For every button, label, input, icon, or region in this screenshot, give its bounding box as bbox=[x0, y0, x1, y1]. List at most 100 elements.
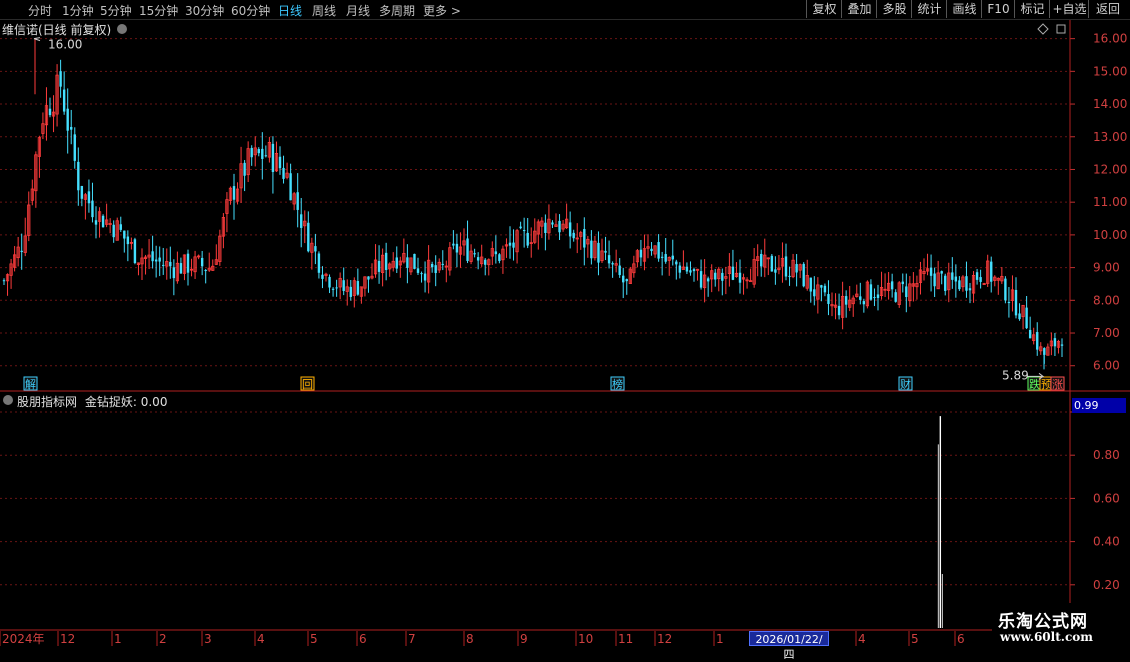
candle-body bbox=[20, 250, 23, 253]
candle-body bbox=[133, 239, 137, 264]
chevron-down-icon[interactable] bbox=[3, 395, 13, 405]
indicator-title[interactable]: 股朋指标网 金钻捉妖: 0.00 bbox=[17, 393, 167, 410]
candle-body bbox=[583, 229, 586, 248]
high-price-label: 16.00 bbox=[48, 38, 82, 52]
candle-body bbox=[721, 272, 724, 281]
event-markers: 解 回 榜 财 跌预涨 bbox=[23, 376, 1065, 391]
candle-body bbox=[859, 296, 862, 300]
candle-body bbox=[335, 287, 338, 289]
candle-body bbox=[48, 108, 52, 116]
date-tick-label: 10 bbox=[578, 632, 593, 646]
indicator-current-value: 0.99 bbox=[1072, 398, 1126, 413]
candle-body bbox=[296, 192, 299, 210]
square-icon[interactable] bbox=[1056, 24, 1066, 34]
event-marker-label: 回 bbox=[302, 378, 313, 391]
chevron-down-icon[interactable] bbox=[117, 24, 127, 34]
date-tick-label: 5 bbox=[310, 632, 318, 646]
candle-body bbox=[406, 257, 409, 268]
candle-body bbox=[558, 220, 561, 233]
candle-body bbox=[604, 250, 607, 253]
price-axis: 16.00 15.00 14.00 13.00 12.00 11.00 10.00 9.00 8… bbox=[1070, 32, 1127, 373]
candle-body bbox=[650, 248, 653, 252]
candle-body bbox=[965, 276, 968, 291]
stock-title[interactable]: 维信诺(日线 前复权) bbox=[2, 21, 111, 38]
candle-body bbox=[289, 173, 292, 201]
candle-body bbox=[307, 222, 310, 252]
candle-body bbox=[597, 242, 600, 263]
date-tick-label: 4 bbox=[858, 632, 866, 646]
price-tick-label: 15.00 bbox=[1093, 64, 1127, 78]
candle-body bbox=[820, 285, 823, 288]
candle-body bbox=[314, 246, 317, 252]
price-tick-label: 12.00 bbox=[1093, 162, 1127, 176]
stock-chart-app: 分时 1分钟 5分钟 15分钟 30分钟 60分钟 日线 周线 月线 多周期 更… bbox=[0, 0, 1130, 661]
candle-body bbox=[62, 89, 66, 112]
event-marker-label: 涨 bbox=[1052, 378, 1063, 391]
date-tick-label: 11 bbox=[618, 632, 633, 646]
candle-body bbox=[678, 265, 682, 273]
candle-body bbox=[1014, 289, 1018, 316]
candle-body bbox=[639, 249, 643, 258]
candle-body bbox=[784, 256, 788, 277]
candle-body bbox=[770, 255, 774, 272]
date-tick-label: 5 bbox=[911, 632, 919, 646]
date-tick-label: 8 bbox=[466, 632, 474, 646]
candle-body bbox=[200, 257, 204, 267]
candle-body bbox=[119, 224, 122, 230]
candle-body bbox=[929, 267, 933, 276]
watermark-url: www.60lt.com bbox=[1000, 630, 1093, 644]
candle-body bbox=[452, 243, 455, 246]
candle-body bbox=[441, 263, 444, 265]
event-marker-label: 榜 bbox=[612, 377, 623, 391]
candle-body bbox=[232, 186, 236, 200]
candle-body bbox=[101, 215, 105, 228]
candle-body bbox=[126, 236, 130, 245]
candle-body bbox=[706, 278, 710, 282]
candle-body bbox=[954, 276, 958, 282]
candle-body bbox=[476, 257, 480, 261]
low-price-label: 5.89 bbox=[1002, 368, 1029, 382]
candle-body bbox=[1053, 338, 1057, 347]
candle-body bbox=[890, 281, 894, 290]
candle-body bbox=[876, 294, 880, 298]
candle-body bbox=[349, 286, 352, 297]
candle-body bbox=[59, 71, 62, 87]
candle-body bbox=[257, 149, 260, 154]
candle-body bbox=[434, 265, 437, 274]
candle-body bbox=[551, 222, 554, 225]
candle-body bbox=[544, 222, 547, 234]
candle-body bbox=[261, 148, 264, 159]
candle-body bbox=[331, 288, 335, 290]
candle-body bbox=[158, 257, 161, 262]
price-tick-label: 13.00 bbox=[1093, 130, 1127, 144]
candle-body bbox=[77, 161, 80, 191]
candle-body bbox=[66, 108, 69, 131]
candle-body bbox=[958, 280, 961, 290]
candle-body bbox=[162, 264, 165, 266]
diamond-icon[interactable] bbox=[1037, 23, 1049, 35]
candle-body bbox=[675, 261, 678, 265]
candle-body bbox=[250, 147, 253, 158]
candle-body bbox=[342, 280, 345, 291]
candle-body bbox=[455, 243, 459, 253]
candle-body bbox=[685, 266, 689, 272]
date-tick-label: 3 bbox=[204, 632, 212, 646]
candle-body bbox=[413, 253, 416, 269]
price-tick-label: 8.00 bbox=[1093, 293, 1120, 307]
candle-body bbox=[940, 271, 943, 274]
price-tick-label: 11.00 bbox=[1093, 195, 1127, 209]
candle-body bbox=[774, 269, 777, 273]
chart-canvas[interactable]: 16.0015.0014.0013.0012.0011.0010.009.008… bbox=[0, 0, 1130, 650]
candle-body bbox=[979, 277, 982, 282]
date-tick-label: 1 bbox=[716, 632, 724, 646]
candle-body bbox=[473, 253, 476, 255]
candle-body bbox=[278, 156, 282, 169]
candle-body bbox=[738, 272, 742, 283]
indicator-colon: : bbox=[132, 395, 137, 409]
candle-body bbox=[522, 230, 526, 232]
indicator-series bbox=[937, 416, 943, 628]
candle-body bbox=[1018, 313, 1021, 320]
date-tick-label: 12 bbox=[657, 632, 672, 646]
indicator-name: 金钻捉妖 bbox=[84, 395, 133, 409]
candle-body bbox=[731, 266, 735, 280]
